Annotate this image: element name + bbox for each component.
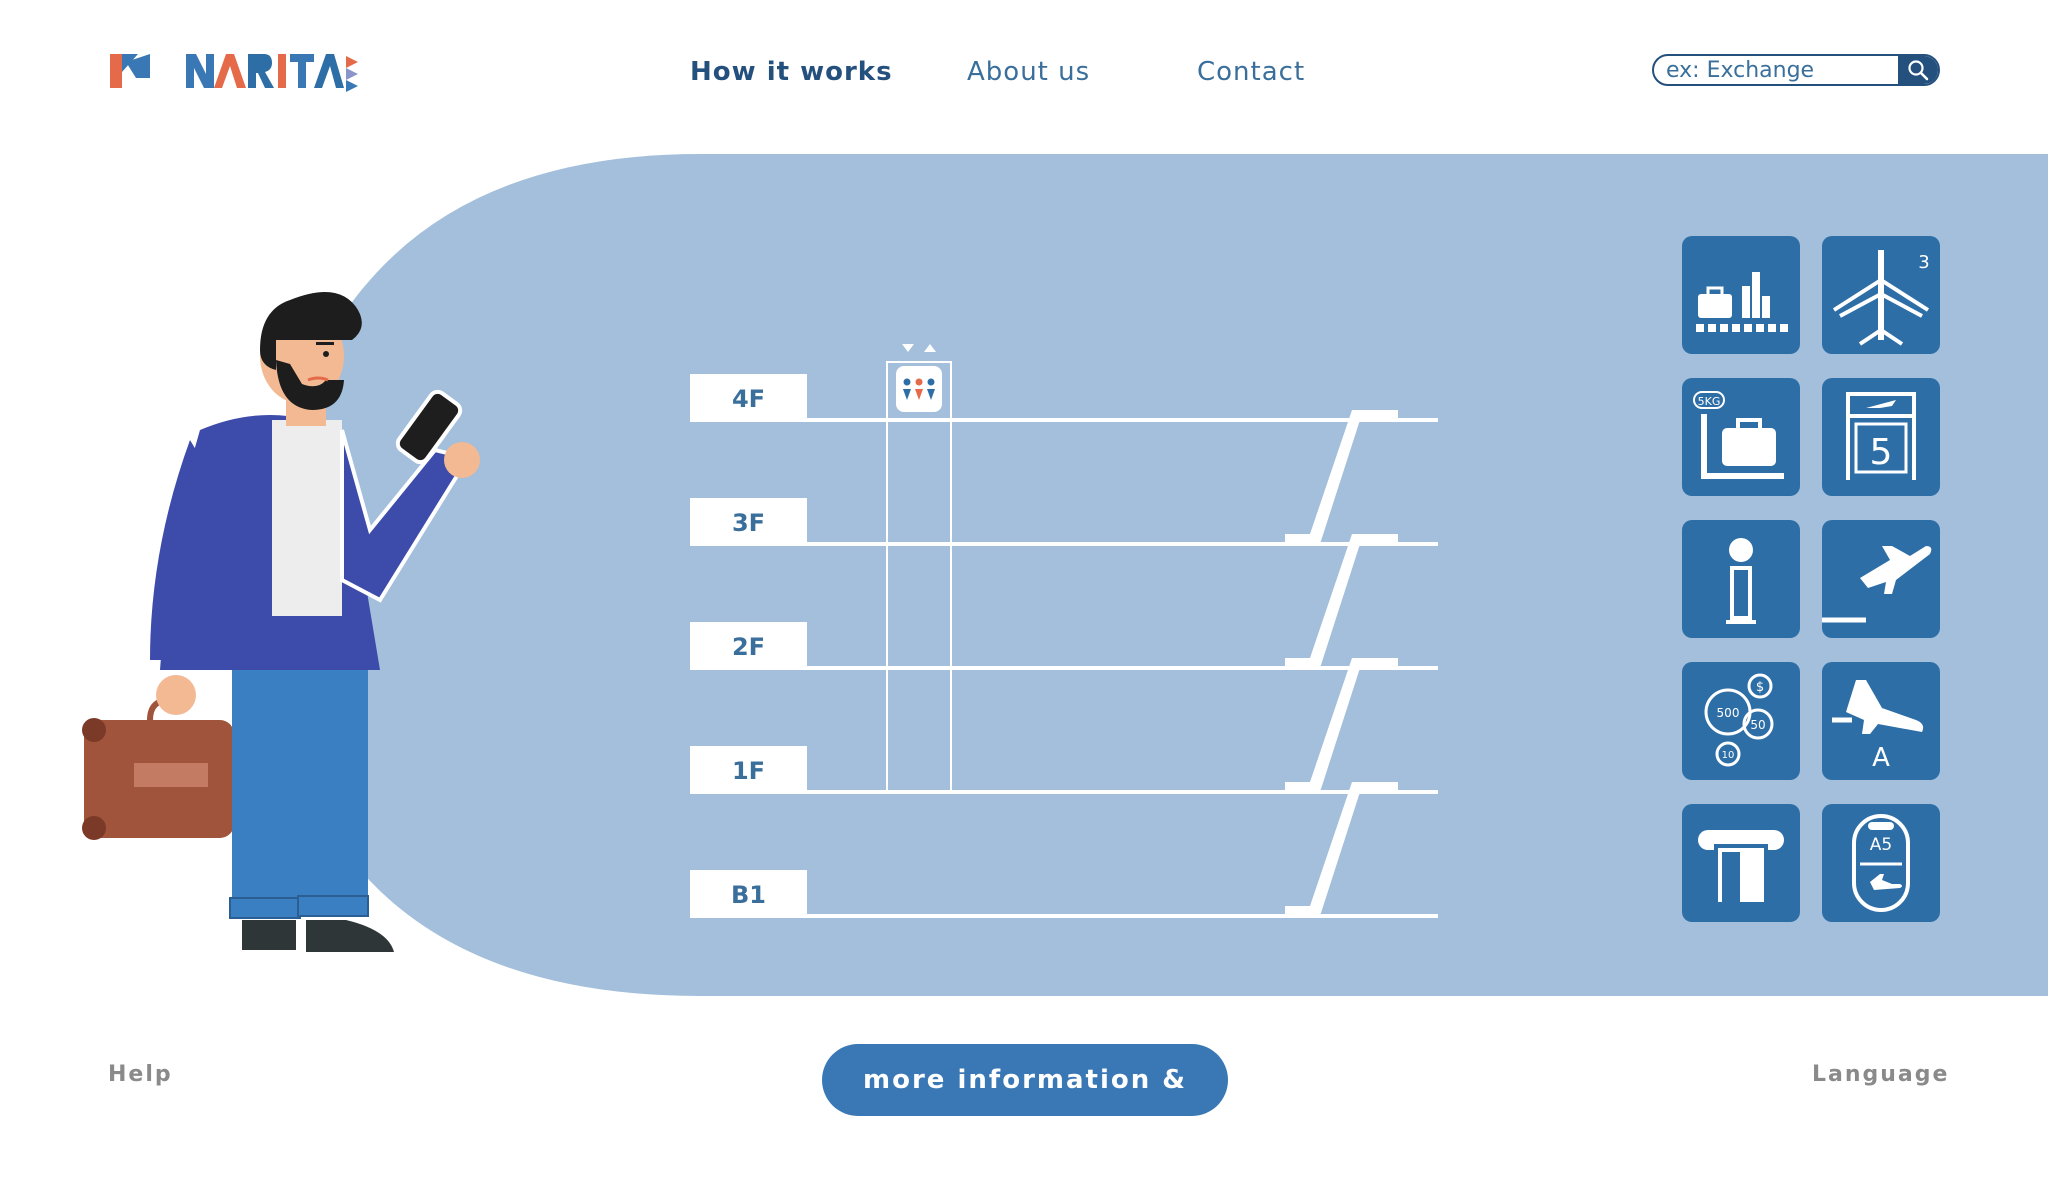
coin-50-label: 50 — [1750, 718, 1765, 732]
more-info-button[interactable]: more information & help — [822, 1044, 1228, 1167]
search-icon — [1908, 60, 1929, 81]
restroom-icon — [896, 344, 942, 412]
arrivals-a-label: A — [1872, 743, 1890, 773]
search-box — [1652, 54, 1940, 86]
seat-a5-label: A5 — [1870, 835, 1892, 855]
seat-a5-icon: A5 — [1852, 814, 1910, 912]
coin-10-label: 10 — [1722, 750, 1735, 761]
baggage-weight-label: 5KG — [1698, 395, 1721, 408]
nav-how-it-works[interactable]: How it works — [690, 50, 893, 94]
information-icon — [1726, 538, 1756, 624]
traveler-illustration — [80, 280, 520, 980]
narita-logo[interactable] — [108, 48, 358, 94]
atm-icon — [1698, 830, 1784, 906]
arrivals-a-tile[interactable]: A — [1822, 662, 1940, 780]
currency-exchange-tile[interactable]: 500 $ 50 10 — [1682, 662, 1800, 780]
nav-contact[interactable]: Contact — [1197, 50, 1305, 94]
floor-label-1f[interactable]: 1F — [690, 746, 807, 792]
arrivals-a-icon: A — [1832, 680, 1924, 773]
baggage-claim-icon — [1696, 272, 1788, 332]
coin-500-label: 500 — [1717, 706, 1740, 720]
coin-dollar-label: $ — [1756, 680, 1764, 695]
gate-5-tile[interactable]: 5 — [1822, 378, 1940, 496]
search-input[interactable] — [1654, 56, 1902, 84]
search-button[interactable] — [1898, 56, 1938, 84]
departures-tile[interactable] — [1822, 520, 1940, 638]
nav-about-us[interactable]: About us — [967, 50, 1090, 94]
language-link[interactable]: Language — [1812, 1062, 1949, 1087]
currency-exchange-icon: 500 $ 50 10 — [1704, 673, 1774, 767]
help-link[interactable]: Help — [108, 1062, 173, 1087]
terminal-3-icon: 3 — [1832, 250, 1930, 346]
logo-graphic — [110, 54, 358, 92]
baggage-weight-tile[interactable]: 5KG — [1682, 378, 1800, 496]
floor-label-4f[interactable]: 4F — [690, 374, 807, 420]
floor-label-2f[interactable]: 2F — [690, 622, 807, 668]
gate-5-icon: 5 — [1846, 392, 1916, 480]
elevator-marker[interactable] — [890, 340, 948, 418]
seat-a5-tile[interactable]: A5 — [1822, 804, 1940, 922]
atm-tile[interactable] — [1682, 804, 1800, 922]
baggage-claim-tile[interactable] — [1682, 236, 1800, 354]
terminal-3-tile[interactable]: 3 — [1822, 236, 1940, 354]
gate-5-label: 5 — [1870, 432, 1893, 473]
floor-label-b1[interactable]: B1 — [690, 870, 807, 916]
baggage-weight-icon: 5KG — [1693, 391, 1784, 479]
terminal-3-label: 3 — [1918, 252, 1929, 273]
departures-icon — [1822, 546, 1932, 623]
floor-label-3f[interactable]: 3F — [690, 498, 807, 544]
information-tile[interactable] — [1682, 520, 1800, 638]
